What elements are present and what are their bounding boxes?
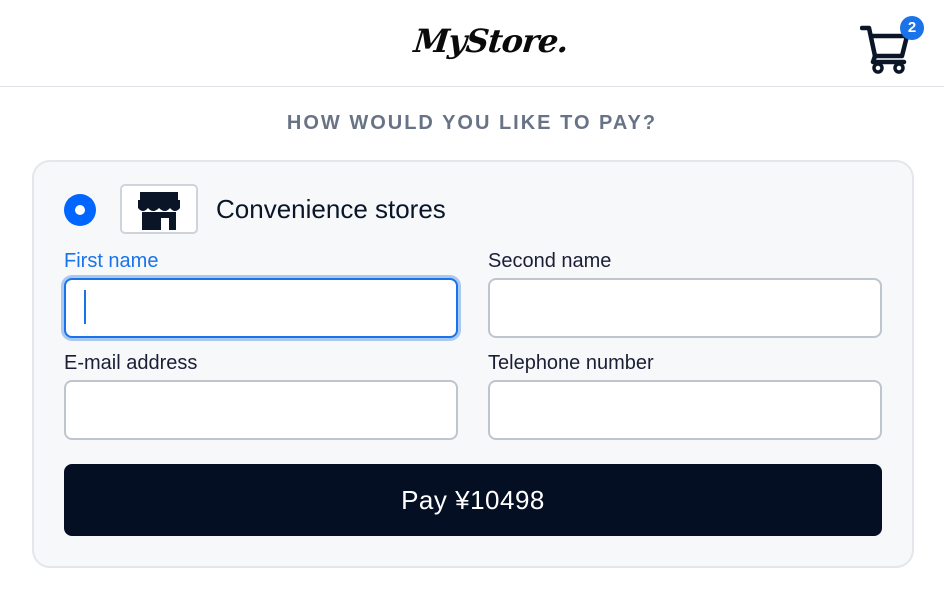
first-name-label: First name (64, 250, 159, 272)
pay-button[interactable]: Pay ¥10498 (64, 464, 882, 536)
cart-count-badge: 2 (900, 16, 924, 40)
store-icon-box (120, 184, 198, 234)
telephone-label: Telephone number (488, 352, 654, 374)
second-name-input[interactable] (488, 278, 882, 338)
storefront-icon (138, 192, 180, 230)
first-name-input[interactable] (64, 278, 458, 338)
page-title: HOW WOULD YOU LIKE TO PAY? (286, 112, 658, 134)
telephone-input[interactable] (488, 380, 882, 440)
payment-method-card: Convenience stores First name Second nam… (32, 160, 914, 568)
payment-method-radio[interactable] (64, 194, 96, 226)
header: MyStore. 2 (0, 0, 944, 87)
payment-method-label: Convenience stores (216, 194, 446, 224)
store-logo[interactable]: MyStore. (412, 22, 570, 60)
text-caret (84, 290, 86, 324)
cart-button[interactable]: 2 (860, 16, 924, 74)
email-label: E-mail address (64, 352, 198, 374)
email-input[interactable] (64, 380, 458, 440)
second-name-label: Second name (488, 250, 612, 272)
